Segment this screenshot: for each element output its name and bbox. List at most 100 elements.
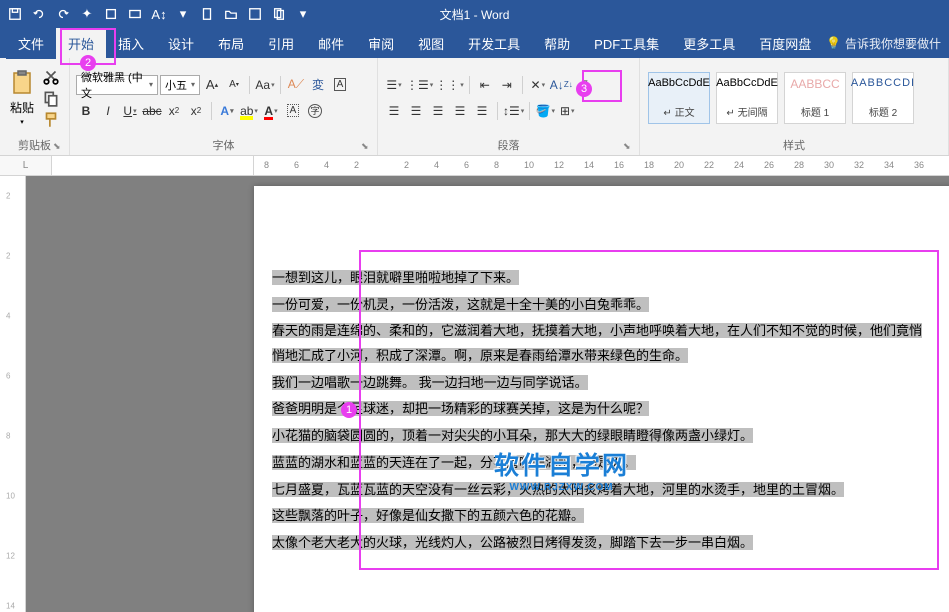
sort-icon[interactable]: A↓Z↓	[550, 75, 573, 95]
multilevel-icon[interactable]: ⋮⋮▾	[435, 75, 464, 95]
text-line[interactable]: 爸爸明明是个足球迷，却把一场精彩的球赛关掉，这是为什么呢？	[272, 401, 649, 416]
align-right-icon[interactable]: ☰	[428, 101, 448, 121]
strike-icon[interactable]: abc	[142, 101, 162, 121]
text-line[interactable]: 春天的雨是连绵的、柔和的，它滋润着大地，抚摸着大地，小声地呼唤着大地，在人们不知…	[272, 323, 922, 363]
bold-icon[interactable]: B	[76, 101, 96, 121]
underline-icon[interactable]: U▾	[120, 101, 140, 121]
copy-icon[interactable]	[42, 89, 60, 107]
menu-pdf[interactable]: PDF工具集	[582, 28, 671, 59]
qat-icon[interactable]: A↕	[150, 5, 168, 23]
menu-home[interactable]: 开始	[56, 28, 106, 59]
change-case-icon[interactable]: Aa▾	[255, 75, 275, 95]
text-effect-icon[interactable]: A▾	[217, 101, 237, 121]
menu-references[interactable]: 引用	[256, 28, 306, 59]
menu-developer[interactable]: 开发工具	[456, 28, 532, 59]
char-border-icon[interactable]: A	[283, 101, 303, 121]
align-left-icon[interactable]: ☰	[384, 101, 404, 121]
qat-icon[interactable]	[102, 5, 120, 23]
save-icon[interactable]	[6, 5, 24, 23]
numbering-icon[interactable]: ⋮☰▾	[406, 75, 433, 95]
menu-help[interactable]: 帮助	[532, 28, 582, 59]
style-heading1[interactable]: AABBCC 标题 1	[784, 72, 846, 124]
qat-icon[interactable]: ✦	[78, 5, 96, 23]
text-line[interactable]: 太像个老大老大的火球，光线灼人，公路被烈日烤得发烫，脚踏下去一步一串白烟。	[272, 535, 753, 550]
menu-file[interactable]: 文件	[6, 28, 56, 59]
document-area: 2 2 4 6 8 10 12 14 一想到这儿，眼泪就噼里啪啦地掉了下来。 一…	[0, 176, 949, 612]
group-label: 段落	[378, 137, 639, 155]
align-justify-icon[interactable]: ☰	[450, 101, 470, 121]
cut-icon[interactable]	[42, 67, 60, 85]
ribbon: 粘贴 ▾ 剪贴板 ⬊ 微软雅黑 (中文▾ 小五▾ A▴ A▾ Aa▾	[0, 58, 949, 156]
page-content[interactable]: 一想到这儿，眼泪就噼里啪啦地掉了下来。 一份可爱，一份机灵，一份活泼，这就是十全…	[254, 186, 949, 578]
ruler: L 8 6 4 2 2 4 6 8 10 12 14 16 18 20 22 2…	[0, 156, 949, 176]
dialog-launcher-icon[interactable]: ⬊	[53, 141, 65, 153]
dialog-launcher-icon[interactable]: ⬊	[623, 141, 635, 153]
quick-access-toolbar: ✦ A↕ ▾ ▾	[0, 5, 312, 23]
horizontal-ruler[interactable]: 8 6 4 2 2 4 6 8 10 12 14 16 18 20 22 24 …	[254, 156, 949, 175]
menu-layout[interactable]: 布局	[206, 28, 256, 59]
subscript-icon[interactable]: x2	[164, 101, 184, 121]
text-line[interactable]: 一份可爱，一份机灵，一份活泼，这就是十全十美的小白兔乖乖。	[272, 297, 649, 312]
font-name-combo[interactable]: 微软雅黑 (中文▾	[76, 75, 158, 95]
asian-layout-icon[interactable]: ✕▾	[528, 75, 548, 95]
distribute-icon[interactable]: ☰	[472, 101, 492, 121]
document-canvas[interactable]: 一想到这儿，眼泪就噼里啪啦地掉了下来。 一份可爱，一份机灵，一份活泼，这就是十全…	[26, 176, 949, 612]
phonetic-icon[interactable]: 変	[308, 75, 328, 95]
text-line[interactable]: 一想到这儿，眼泪就噼里啪啦地掉了下来。	[272, 270, 519, 285]
paste-button[interactable]: 粘贴 ▾	[6, 67, 38, 128]
menu-mailings[interactable]: 邮件	[306, 28, 356, 59]
italic-icon[interactable]: I	[98, 101, 118, 121]
group-paragraph: ☰▾ ⋮☰▾ ⋮⋮▾ ⇤ ⇥ ✕▾ A↓Z↓ ¶ ☰ ☰ ☰ ☰ ☰	[378, 58, 640, 155]
title-bar: ✦ A↕ ▾ ▾ 文档1 - Word	[0, 0, 949, 28]
borders-icon[interactable]: ⊞▾	[557, 101, 577, 121]
qat-icon[interactable]	[126, 5, 144, 23]
page: 一想到这儿，眼泪就噼里啪啦地掉了下来。 一份可爱，一份机灵，一份活泼，这就是十全…	[254, 186, 949, 612]
font-color-icon[interactable]: A▾	[261, 101, 281, 121]
menu-review[interactable]: 审阅	[356, 28, 406, 59]
show-marks-icon[interactable]: ¶	[575, 75, 595, 95]
grow-font-icon[interactable]: A▴	[202, 75, 222, 95]
line-spacing-icon[interactable]: ↕☰▾	[503, 101, 524, 121]
text-line[interactable]: 小花猫的脑袋圆圆的，顶着一对尖尖的小耳朵，那大大的绿眼睛瞪得像两盏小绿灯。	[272, 428, 753, 443]
style-heading2[interactable]: AABBCCDI 标题 2	[852, 72, 914, 124]
menu-insert[interactable]: 插入	[106, 28, 156, 59]
bullets-icon[interactable]: ☰▾	[384, 75, 404, 95]
dialog-launcher-icon[interactable]: ⬊	[361, 141, 373, 153]
text-line[interactable]: 蓝蓝的湖水和蓝蓝的天连在了一起，分不清哪是湖水，哪是天。	[272, 455, 636, 470]
text-line[interactable]: 七月盛夏，瓦蓝瓦蓝的天空没有一丝云彩，火热的太阳炙烤着大地，河里的水烫手，地里的…	[272, 482, 844, 497]
superscript-icon[interactable]: x2	[186, 101, 206, 121]
document-title: 文档1 - Word	[440, 6, 510, 23]
clear-format-icon[interactable]: A⟋	[286, 75, 306, 95]
menu-design[interactable]: 设计	[156, 28, 206, 59]
menu-more[interactable]: 更多工具	[671, 28, 747, 59]
indent-left-icon[interactable]: ⇤	[475, 75, 495, 95]
font-size-combo[interactable]: 小五▾	[160, 75, 200, 95]
enclose-icon[interactable]: A	[330, 75, 350, 95]
shading-icon[interactable]: 🪣▾	[535, 101, 555, 121]
tell-me[interactable]: 💡 告诉我你想要做什	[826, 35, 941, 52]
open-icon[interactable]	[222, 5, 240, 23]
menu-baidu[interactable]: 百度网盘	[747, 28, 823, 59]
indent-right-icon[interactable]: ⇥	[497, 75, 517, 95]
highlight-icon[interactable]: ab▾	[239, 101, 259, 121]
qat-more-icon[interactable]: ▾	[294, 5, 312, 23]
text-line[interactable]: 这些飘落的叶子，好像是仙女撒下的五颜六色的花瓣。	[272, 508, 584, 523]
style-normal[interactable]: AaBbCcDdE ↵ 正文	[648, 72, 710, 124]
redo-icon[interactable]	[54, 5, 72, 23]
save2-icon[interactable]	[246, 5, 264, 23]
shrink-font-icon[interactable]: A▾	[224, 75, 244, 95]
qat-icon[interactable]: ▾	[174, 5, 192, 23]
undo-icon[interactable]	[30, 5, 48, 23]
qat-icon[interactable]	[270, 5, 288, 23]
align-center-icon[interactable]: ☰	[406, 101, 426, 121]
ruler-corner[interactable]: L	[0, 156, 52, 175]
bulb-icon: 💡	[826, 36, 841, 50]
style-nospace[interactable]: AaBbCcDdE ↵ 无间隔	[716, 72, 778, 124]
group-label: 字体	[70, 137, 377, 155]
format-painter-icon[interactable]	[42, 111, 60, 129]
circle-char-icon[interactable]: 字	[305, 101, 325, 121]
text-line[interactable]: 我们一边唱歌一边跳舞。 我一边扫地一边与同学说话。	[272, 375, 588, 390]
vertical-ruler[interactable]: 2 2 4 6 8 10 12 14	[0, 176, 26, 612]
new-icon[interactable]	[198, 5, 216, 23]
menu-view[interactable]: 视图	[406, 28, 456, 59]
